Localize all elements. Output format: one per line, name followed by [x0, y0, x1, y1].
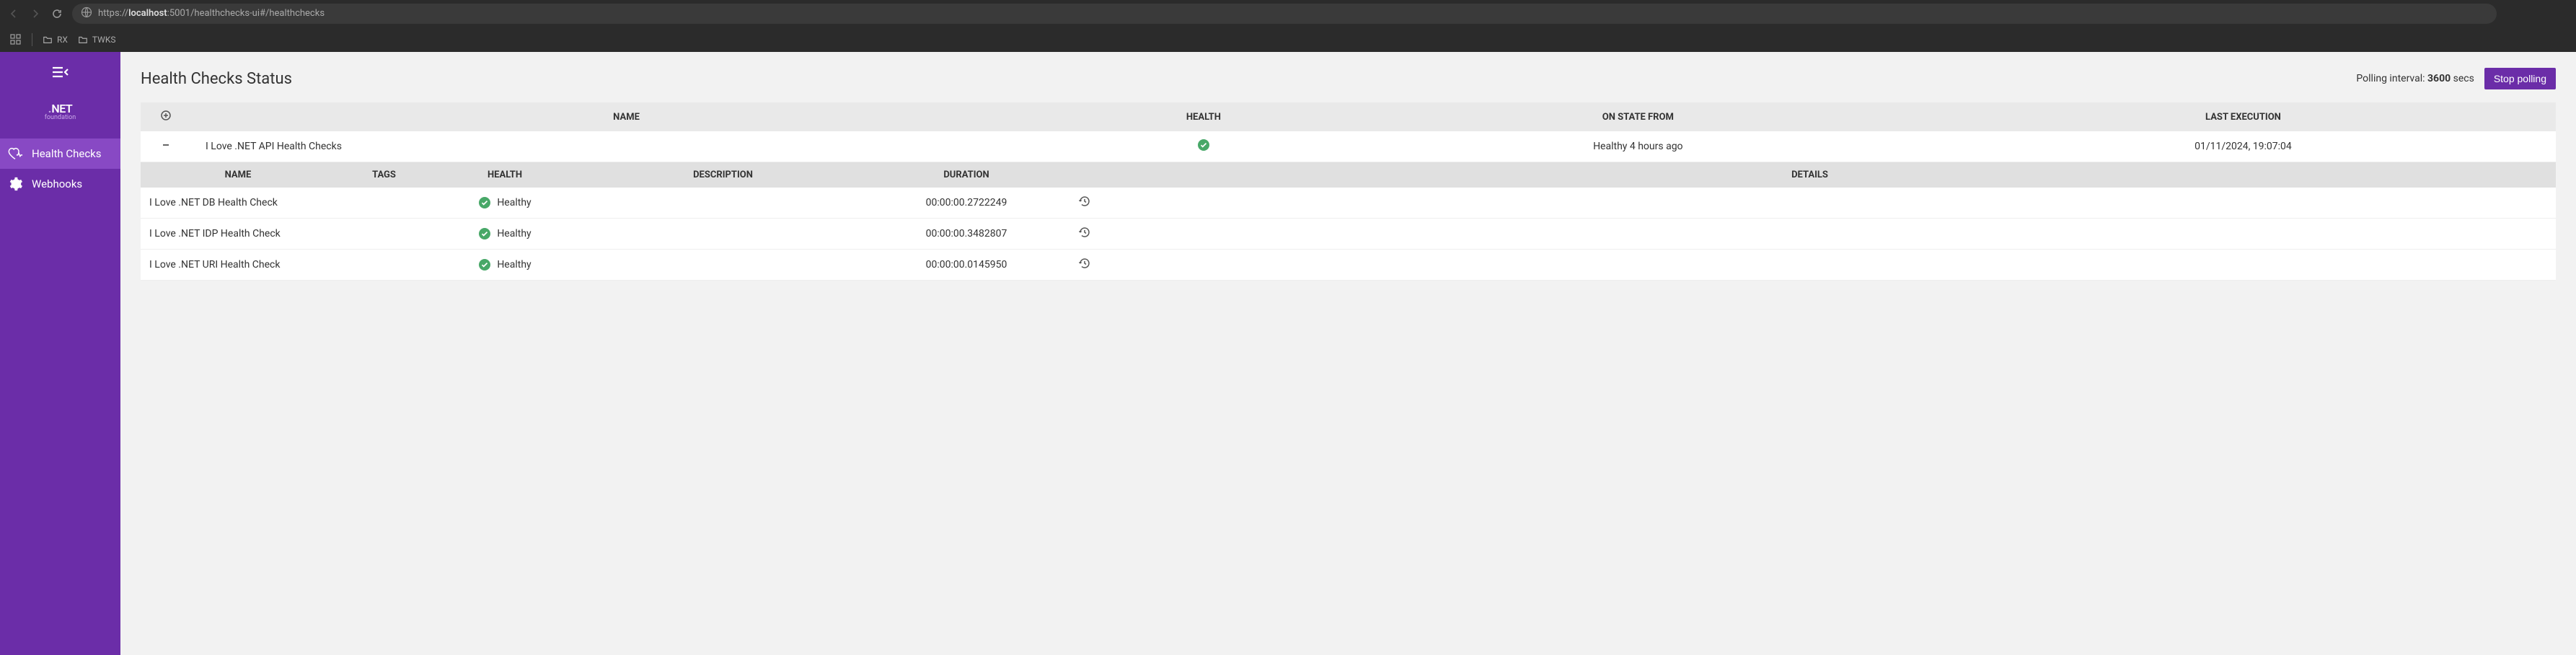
bookmark-label: RX — [57, 35, 68, 45]
dcol-name-header: NAME — [141, 162, 335, 188]
nav-list: Health Checks Webhooks — [0, 139, 120, 199]
gear-icon — [7, 176, 23, 192]
detail-desc — [577, 219, 869, 250]
detail-health: Healthy — [433, 188, 577, 219]
bookmark-rx[interactable]: RX — [43, 35, 68, 45]
reload-icon[interactable] — [50, 7, 63, 20]
detail-name: I Love .NET DB Health Check — [141, 188, 335, 219]
url-host: localhost — [128, 8, 167, 19]
expand-cell — [141, 131, 191, 162]
expand-column-header — [141, 102, 191, 131]
url-path: /healthchecks-ui#/healthchecks — [190, 8, 325, 19]
url-port: :5001 — [167, 8, 190, 19]
detail-tags — [335, 219, 433, 250]
detail-tags — [335, 188, 433, 219]
folder-icon — [78, 35, 88, 45]
health-checks-table: NAME HEALTH ON STATE FROM LAST EXECUTION… — [141, 102, 2556, 162]
check-name: I Love .NET API Health Checks — [191, 131, 1062, 162]
browser-chrome: https://localhost:5001/healthchecks-ui#/… — [0, 0, 2576, 52]
expand-all-icon[interactable] — [160, 110, 172, 121]
page-title: Health Checks Status — [141, 70, 292, 88]
apps-grid-icon[interactable] — [9, 33, 22, 46]
detail-desc — [577, 188, 869, 219]
sidebar-item-label: Webhooks — [32, 177, 82, 190]
url-prefix: https:// — [98, 8, 128, 19]
col-health-header: HEALTH — [1062, 102, 1346, 131]
sidebar-item-label: Health Checks — [32, 147, 102, 160]
detail-duration: 00:00:00.0145950 — [869, 250, 1064, 281]
detail-duration: 00:00:00.3482807 — [869, 219, 1064, 250]
detail-name: I Love .NET URI Health Check — [141, 250, 335, 281]
heartbeat-icon — [7, 146, 23, 162]
dcol-details-header: DETAILS — [1064, 162, 2556, 188]
stop-polling-button[interactable]: Stop polling — [2484, 68, 2556, 89]
detail-details-cell — [1064, 219, 2556, 250]
health-cell — [1062, 131, 1346, 162]
main-content: Health Checks Status Polling interval: 3… — [120, 52, 2576, 655]
check-circle-icon — [478, 227, 491, 240]
on-state-value: Healthy 4 hours ago — [1346, 131, 1931, 162]
detail-name: I Love .NET IDP Health Check — [141, 219, 335, 250]
detail-row: I Love .NET URI Health Check Healthy 00:… — [141, 250, 2556, 281]
forward-icon[interactable] — [29, 7, 42, 20]
check-circle-icon — [1197, 139, 1210, 151]
last-exec-value: 01/11/2024, 19:07:04 — [1931, 131, 2556, 162]
table-row: I Love .NET API Health Checks Healthy 4 … — [141, 131, 2556, 162]
detail-health-text: Healthy — [497, 228, 531, 239]
check-circle-icon — [478, 258, 491, 271]
col-lastexec-header: LAST EXECUTION — [1931, 102, 2556, 131]
check-circle-icon — [478, 196, 491, 209]
polling-interval-text: Polling interval: 3600 secs — [2356, 73, 2474, 84]
bookmark-label: TWKS — [92, 35, 116, 45]
detail-health: Healthy — [433, 250, 577, 281]
history-icon[interactable] — [1078, 257, 1091, 270]
polling-value: 3600 — [2427, 73, 2451, 84]
detail-table: NAME TAGS HEALTH DESCRIPTION DURATION DE… — [141, 162, 2556, 281]
logo: .NET foundation — [0, 92, 120, 131]
folder-icon — [43, 35, 53, 45]
detail-row: I Love .NET IDP Health Check Healthy 00:… — [141, 219, 2556, 250]
detail-tags — [335, 250, 433, 281]
dcol-tags-header: TAGS — [335, 162, 433, 188]
detail-details-cell — [1064, 188, 2556, 219]
page-header: Health Checks Status Polling interval: 3… — [141, 68, 2556, 89]
history-icon[interactable] — [1078, 195, 1091, 208]
dcol-health-header: HEALTH — [433, 162, 577, 188]
header-right: Polling interval: 3600 secs Stop polling — [2356, 68, 2556, 89]
nav-row: https://localhost:5001/healthchecks-ui#/… — [0, 0, 2576, 27]
detail-health-text: Healthy — [497, 197, 531, 208]
polling-prefix: Polling interval: — [2356, 73, 2427, 84]
globe-icon — [81, 6, 92, 21]
app-container: .NET foundation Health Checks Webhooks H… — [0, 52, 2576, 655]
detail-desc — [577, 250, 869, 281]
col-onstate-header: ON STATE FROM — [1346, 102, 1931, 131]
polling-suffix: secs — [2451, 73, 2474, 84]
dcol-dur-header: DURATION — [869, 162, 1064, 188]
detail-health-text: Healthy — [497, 259, 531, 271]
history-icon[interactable] — [1078, 226, 1091, 239]
back-icon[interactable] — [7, 7, 20, 20]
detail-details-cell — [1064, 250, 2556, 281]
dcol-desc-header: DESCRIPTION — [577, 162, 869, 188]
sidebar-item-health-checks[interactable]: Health Checks — [0, 139, 120, 169]
bookmarks-row: RX TWKS — [0, 27, 2576, 52]
bookmark-twks[interactable]: TWKS — [78, 35, 116, 45]
sidebar-toggle[interactable] — [0, 52, 120, 92]
col-name-header: NAME — [191, 102, 1062, 131]
url-bar[interactable]: https://localhost:5001/healthchecks-ui#/… — [72, 4, 2497, 24]
url-text: https://localhost:5001/healthchecks-ui#/… — [98, 8, 325, 19]
detail-row: I Love .NET DB Health Check Healthy 00:0… — [141, 188, 2556, 219]
logo-subtitle: foundation — [45, 114, 76, 121]
menu-collapse-icon — [51, 65, 70, 79]
collapse-icon[interactable] — [161, 140, 171, 150]
detail-health: Healthy — [433, 219, 577, 250]
sidebar: .NET foundation Health Checks Webhooks — [0, 52, 120, 655]
detail-duration: 00:00:00.2722249 — [869, 188, 1064, 219]
sidebar-item-webhooks[interactable]: Webhooks — [0, 169, 120, 199]
